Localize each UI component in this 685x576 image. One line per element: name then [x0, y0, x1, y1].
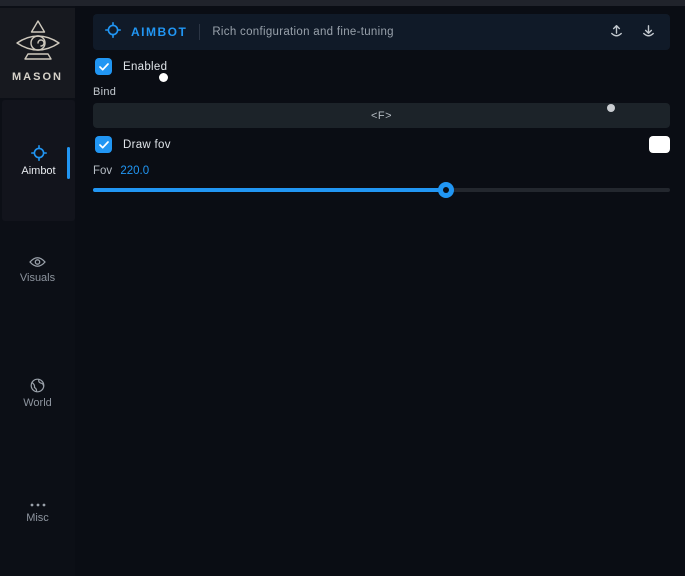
draw-fov-row: Draw fov [95, 136, 171, 153]
sidebar-item-label: World [23, 397, 52, 409]
upload-config-button[interactable] [609, 23, 624, 41]
draw-fov-label: Draw fov [123, 139, 171, 151]
fov-label: Fov [93, 165, 112, 177]
sidebar-item-label: Misc [26, 512, 49, 524]
crosshair-icon [105, 22, 121, 43]
ellipsis-icon [29, 502, 47, 508]
page-header: AIMBOT Rich configuration and fine-tunin… [93, 14, 670, 50]
sidebar-item-label: Aimbot [21, 165, 55, 177]
mouse-dot-cursor [159, 73, 168, 82]
bind-input[interactable] [93, 103, 670, 128]
fov-slider[interactable] [93, 183, 670, 197]
enabled-label: Enabled [123, 61, 167, 73]
sidebar-item-visuals[interactable]: Visuals [0, 256, 75, 284]
header-actions [609, 23, 656, 41]
header-divider [199, 24, 200, 40]
page-subtitle: Rich configuration and fine-tuning [212, 26, 394, 38]
download-config-button[interactable] [641, 23, 656, 41]
sidebar-item-misc[interactable]: Misc [0, 502, 75, 524]
page-title: AIMBOT [131, 25, 187, 39]
slider-thumb[interactable] [438, 182, 454, 198]
sidebar-item-label: Visuals [20, 272, 55, 284]
fov-color-swatch[interactable] [649, 136, 670, 153]
logo-block: MASON [0, 8, 75, 98]
active-item-accent-bar [67, 147, 70, 179]
draw-fov-checkbox[interactable] [95, 136, 112, 153]
secondary-dot-cursor [607, 104, 615, 112]
crosshair-icon [31, 145, 47, 161]
bind-label: Bind [93, 86, 116, 98]
slider-fill [93, 188, 446, 192]
upload-icon [609, 23, 624, 41]
sidebar-item-world[interactable]: World [0, 378, 75, 409]
download-icon [641, 23, 656, 41]
fov-label-row: Fov 220.0 [93, 165, 149, 177]
enabled-row: Enabled [95, 58, 167, 75]
check-icon [99, 58, 109, 76]
check-icon [99, 136, 109, 154]
sidebar-item-aimbot[interactable]: Aimbot [2, 100, 75, 221]
logo-text: MASON [12, 71, 63, 83]
eye-icon [29, 256, 46, 268]
eye-pyramid-icon [12, 18, 64, 68]
sidebar: MASON Aimbot Visuals Wor [0, 6, 75, 576]
fov-value: 220.0 [120, 165, 149, 177]
globe-icon [30, 378, 45, 393]
window-top-strip [0, 0, 685, 6]
enabled-checkbox[interactable] [95, 58, 112, 75]
